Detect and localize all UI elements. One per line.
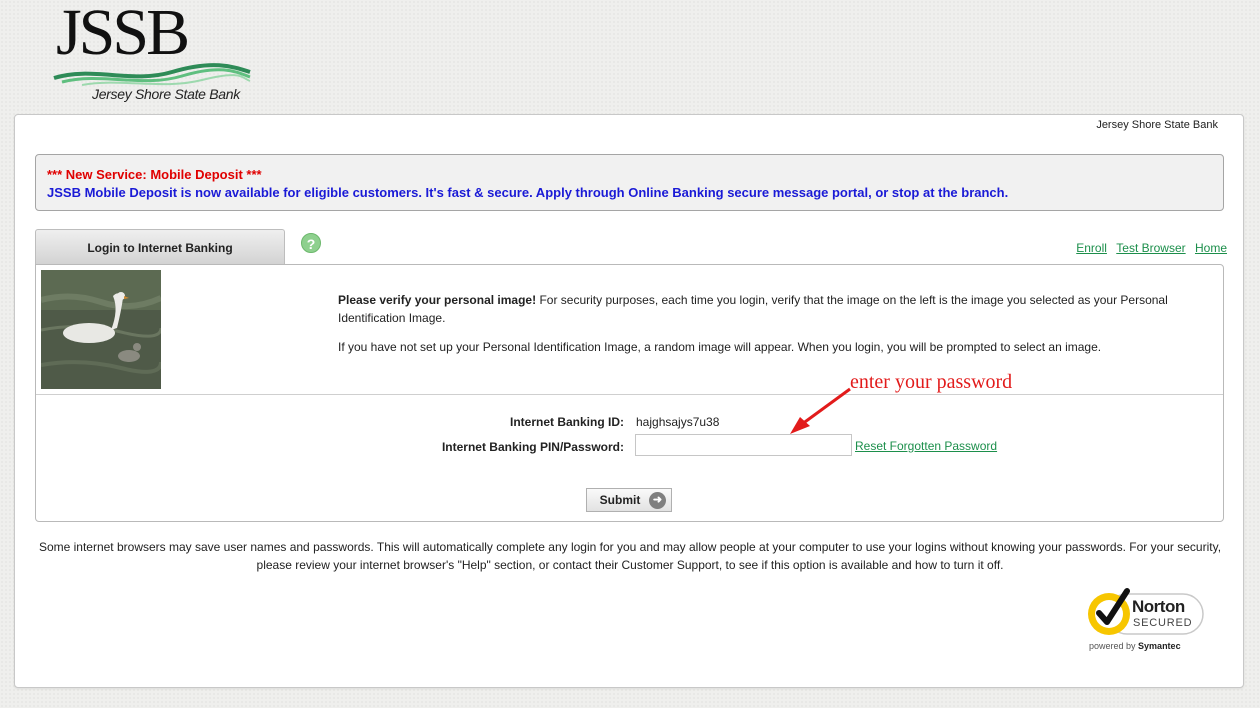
test-browser-link[interactable]: Test Browser xyxy=(1116,241,1185,255)
norton-name: Norton xyxy=(1132,597,1185,616)
password-label: Internet Banking PIN/Password: xyxy=(441,440,624,454)
norton-powered-brand: Symantec xyxy=(1138,641,1181,651)
enroll-link[interactable]: Enroll xyxy=(1076,241,1107,255)
service-notice: *** New Service: Mobile Deposit *** JSSB… xyxy=(35,154,1224,211)
id-label: Internet Banking ID: xyxy=(509,415,624,429)
norton-powered: powered by Symantec xyxy=(1089,641,1181,651)
disclaimer-text: Some internet browsers may save user nam… xyxy=(38,540,1222,572)
reset-password-link[interactable]: Reset Forgotten Password xyxy=(855,439,997,453)
norton-powered-prefix: powered by xyxy=(1089,641,1136,651)
personal-image xyxy=(41,270,161,389)
divider xyxy=(36,394,1223,395)
annotation-text: enter your password xyxy=(850,371,1013,393)
top-links: Enroll Test Browser Home xyxy=(1070,241,1227,255)
home-link[interactable]: Home xyxy=(1195,241,1227,255)
question-icon[interactable]: ? xyxy=(301,233,321,253)
verify-heading: Please verify your personal image! xyxy=(338,293,537,307)
logo-letters: JSSB xyxy=(56,0,190,69)
tab-login[interactable]: Login to Internet Banking xyxy=(35,229,285,265)
verify-text-2: If you have not set up your Personal Ide… xyxy=(338,340,1102,354)
notice-title: *** New Service: Mobile Deposit *** xyxy=(47,167,262,182)
bank-logo: JSSB Jersey Shore State Bank xyxy=(52,0,262,104)
id-value: hajghsajys7u38 xyxy=(636,415,720,429)
logo-bank-name: Jersey Shore State Bank xyxy=(92,86,240,102)
header-bank-name: Jersey Shore State Bank xyxy=(1096,119,1218,131)
arrow-right-icon: ➜ xyxy=(649,492,666,509)
main-panel: Jersey Shore State Bank *** New Service:… xyxy=(14,114,1244,688)
norton-seal[interactable]: Norton SECURED powered by Symantec xyxy=(1085,587,1215,657)
verify-text: Please verify your personal image! For s… xyxy=(338,291,1198,367)
norton-secured: SECURED xyxy=(1133,617,1193,629)
annotation-arrow-icon xyxy=(790,387,851,434)
logo-waves-icon xyxy=(53,63,251,86)
notice-body: JSSB Mobile Deposit is now available for… xyxy=(47,185,1009,200)
login-box: Please verify your personal image! For s… xyxy=(35,264,1224,522)
submit-label: Submit xyxy=(599,493,641,507)
submit-button[interactable]: Submit ➜ xyxy=(586,488,672,512)
